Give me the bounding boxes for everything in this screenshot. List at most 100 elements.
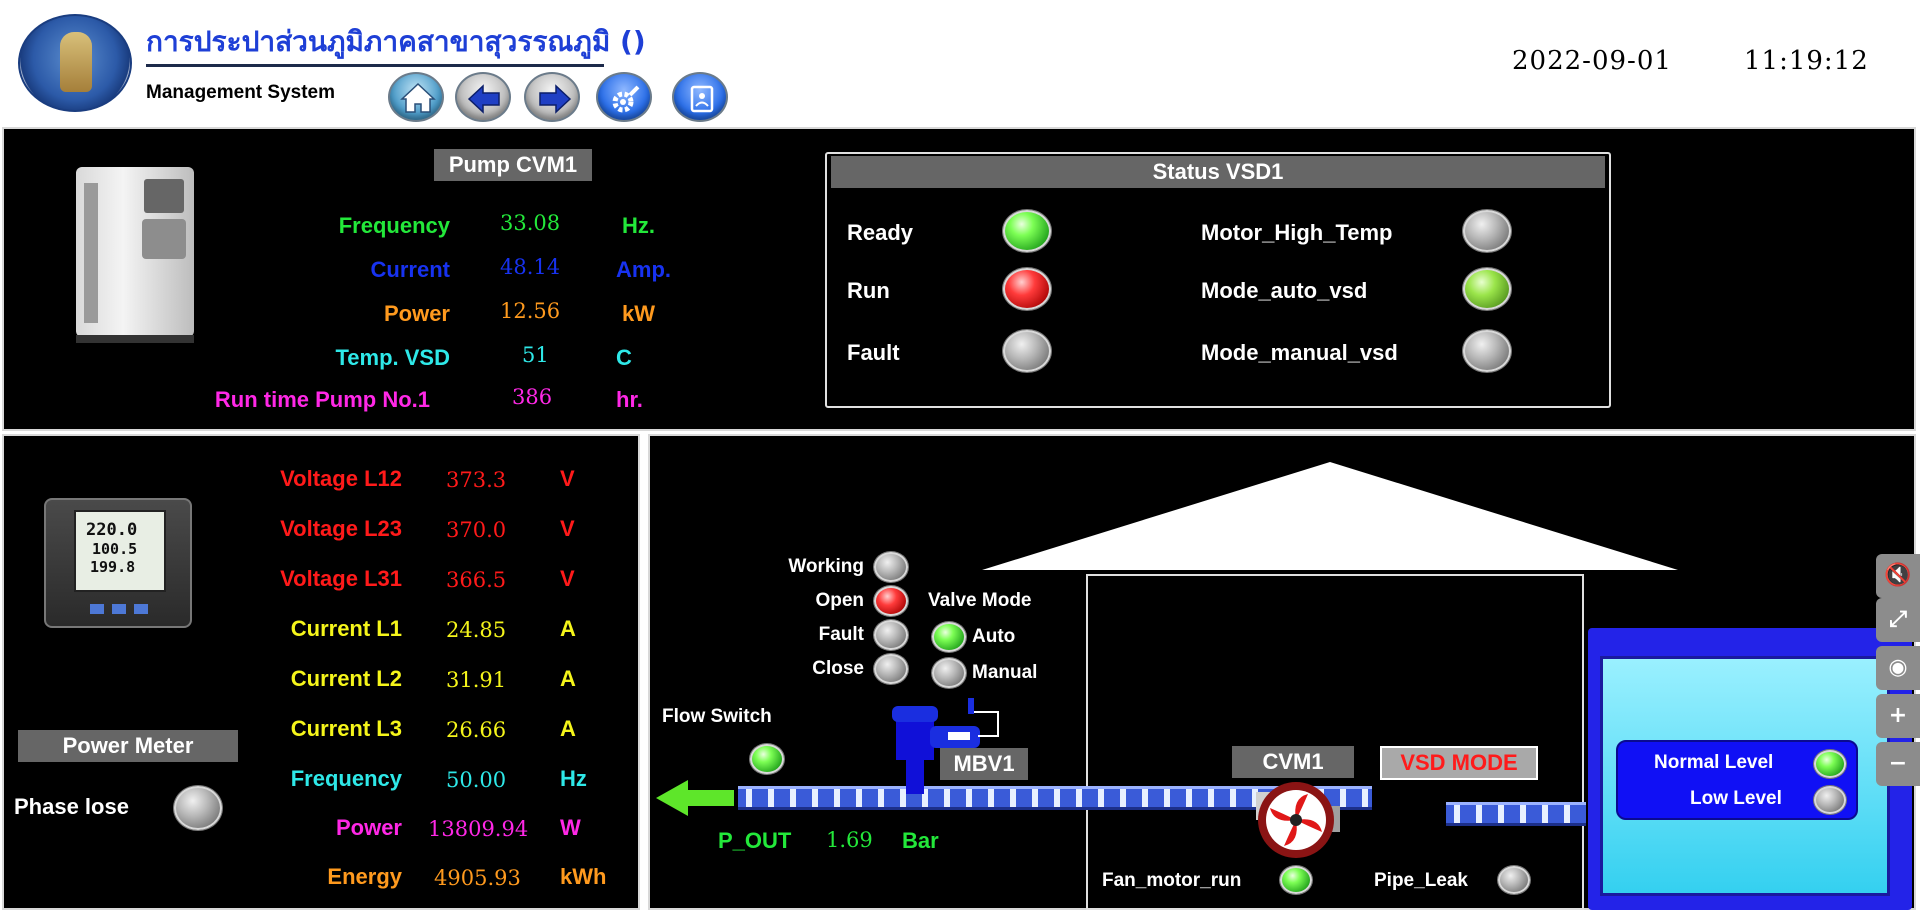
pump-row-unit: hr. [616,387,643,412]
status-indicator [1463,210,1511,252]
meter-row-label: Frequency [290,766,402,791]
fullscreen-icon: ⤢ [1889,607,1907,632]
valve-status-indicator [874,654,908,684]
low-level-indicator [1814,786,1846,814]
normal-level-indicator [1814,750,1846,778]
meter-display-line-1: 220.0 [86,520,138,540]
p-out-unit: Bar [902,828,939,853]
settings-icon [612,85,640,113]
zoom-in-icon: + [1888,703,1908,728]
meter-row-unit: A [560,716,576,741]
home-icon [400,82,436,113]
pump-row-label: Run time Pump No.1 [214,387,430,412]
pump-cvm1-tag: CVM1 [1232,746,1354,778]
pump-row-value: 51 [522,343,549,367]
meter-row-label: Current L2 [290,666,402,691]
valve-status-indicator [874,586,908,616]
valve-mbv1-tag: MBV1 [940,748,1028,780]
logo [18,14,132,112]
meter-row-value: 50.00 [446,768,507,792]
meter-row-value: 366.5 [446,568,507,592]
status-label: Run [847,278,890,303]
status-indicator [1003,210,1051,252]
phase-lose-indicator [174,786,222,830]
meter-row-unit: W [560,815,581,840]
mute-icon: 🔇 [1884,563,1912,588]
flow-direction-arrow [656,780,734,816]
fan-motor-run-indicator [1280,866,1312,894]
settings-button[interactable] [596,72,652,122]
meter-row-unit: V [560,466,575,491]
vsd-drive-image [76,167,194,343]
page-subtitle: Management System [146,82,336,103]
power-meter-title: Power Meter [18,730,238,762]
meter-row-label: Energy [327,864,402,889]
zoom-in-button[interactable]: + [1876,694,1920,738]
phase-lose-label: Phase lose [14,794,129,819]
meter-row-unit: V [560,566,575,591]
meter-row-unit: A [560,666,576,691]
status-label: Mode_manual_vsd [1201,340,1398,365]
flow-switch-label: Flow Switch [662,706,772,727]
status-indicator [1463,268,1511,310]
pump-row-label: Temp. VSD [335,345,450,370]
vsd-mode-badge: VSD MODE [1380,746,1538,780]
home-button[interactable] [388,72,444,122]
pump-row-value: 48.14 [500,255,561,279]
meter-display-line-3: 199.8 [90,558,136,576]
pump-row-unit: Hz. [622,213,655,238]
tank-level-box: Normal Level Low Level [1616,740,1858,820]
meter-row-unit: A [560,616,576,641]
status-label: Mode_auto_vsd [1201,278,1368,303]
meter-row-label: Power [335,815,402,840]
low-level-label: Low Level [1690,788,1782,809]
meter-row-label: Voltage L12 [280,466,402,491]
report-button[interactable] [672,72,728,122]
meter-row-unit: V [560,516,575,541]
meter-row-label: Current L3 [290,716,402,741]
report-icon [690,85,714,113]
valve-status-indicator [874,552,908,582]
mute-button[interactable]: 🔇 [1876,554,1920,598]
meter-row-value: 26.66 [446,718,507,742]
pipe-leak-label: Pipe_Leak [1374,870,1468,891]
meter-row-value: 31.91 [446,668,507,692]
back-arrow-icon [467,84,500,114]
forward-arrow-icon [539,84,572,114]
meter-row-label: Voltage L23 [280,516,402,541]
valve-status-label: Close [812,658,864,679]
zoom-out-button[interactable]: − [1876,742,1920,786]
flow-switch-indicator [750,744,784,774]
valve-status-label: Open [815,590,864,611]
valve-mode-indicator [932,658,966,688]
zoom-out-icon: − [1888,751,1908,776]
pump-row-value: 12.56 [500,299,561,323]
status-indicator [1003,330,1051,372]
p-out-value: 1.69 [826,828,873,852]
meter-row-label: Current L1 [290,616,402,641]
valve-mode-indicator [932,622,966,652]
valve-mode-label: Manual [972,662,1038,683]
status-vsd-box: Status VSD1 Ready Run Fault Motor_High_Temp… [825,152,1611,408]
valve-status-label: Fault [818,624,864,645]
pump-row-value: 33.08 [500,211,561,235]
fullscreen-button[interactable]: ⤢ [1876,598,1920,642]
pump-row-unit: kW [622,301,655,326]
pump-row-unit: C [616,345,632,370]
view-button[interactable]: ◉ [1876,646,1920,690]
status-label: Fault [847,340,900,365]
valve-status-label: Working [788,556,864,577]
pump-suction-pipe [1446,802,1586,826]
meter-row-value: 4905.93 [434,866,521,890]
status-indicator [1003,268,1051,310]
forward-button[interactable] [524,72,580,122]
pump-cvm1-fan-icon [1256,782,1340,858]
back-button[interactable] [455,72,511,122]
valve-mode-title: Valve Mode [928,590,1032,611]
status-label: Motor_High_Temp [1201,220,1393,245]
normal-level-label: Normal Level [1654,752,1774,773]
meter-display-line-2: 100.5 [92,540,138,558]
meter-row-value: 370.0 [446,518,507,542]
pump-row-label: Frequency [338,213,450,238]
pump-row-label: Current [370,257,450,282]
